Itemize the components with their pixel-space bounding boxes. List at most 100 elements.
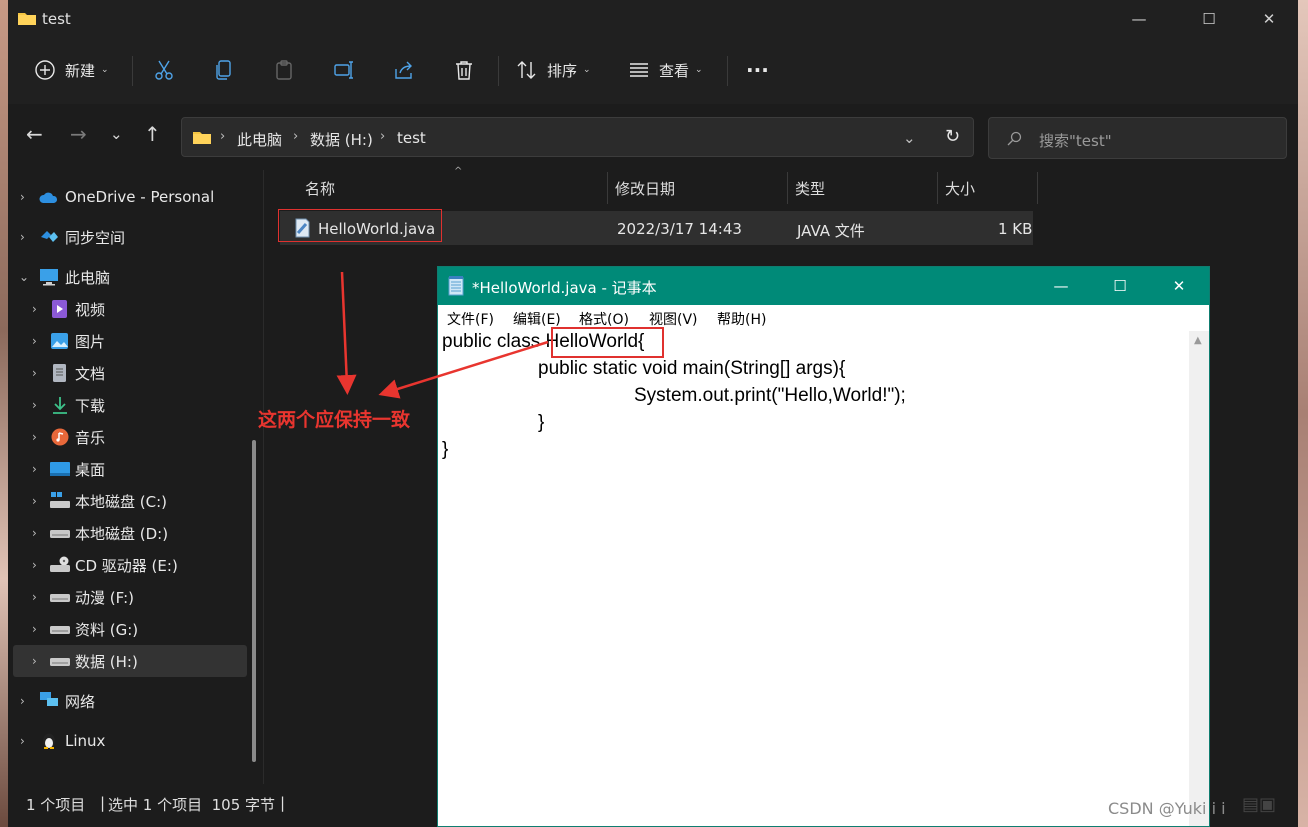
notepad-scrollbar[interactable]: ▲	[1189, 331, 1209, 826]
sort-button[interactable]: 排序 ⌄	[516, 52, 591, 88]
new-button[interactable]: 新建 ⌄	[34, 52, 109, 88]
sidebar-item-label: 数据 (H:)	[75, 652, 138, 671]
close-button[interactable]: ✕	[1246, 6, 1292, 32]
menu-edit[interactable]: 编辑(E)	[513, 309, 561, 329]
paste-button[interactable]	[273, 52, 295, 88]
sidebar-scrollbar[interactable]	[252, 440, 256, 762]
column-header-type[interactable]: 类型	[795, 178, 825, 199]
sidebar-item-downloads[interactable]: › 下载	[8, 389, 242, 421]
scissors-icon	[155, 60, 173, 80]
file-modified: 2022/3/17 14:43	[617, 220, 742, 238]
desktop-background-right	[1298, 0, 1308, 827]
file-size: 1 KB	[998, 220, 1033, 238]
chevron-right-icon[interactable]: ›	[32, 462, 37, 476]
sidebar-item-cd-drive-e[interactable]: › CD 驱动器 (E:)	[8, 549, 242, 581]
sidebar-item-drive-h[interactable]: › 数据 (H:)	[13, 645, 247, 677]
chevron-right-icon[interactable]: ›	[32, 494, 37, 508]
chevron-right-icon[interactable]: ›	[32, 622, 37, 636]
delete-button[interactable]	[453, 52, 475, 88]
address-dropdown-chevron-icon[interactable]: ⌄	[903, 129, 916, 147]
search-input[interactable]: 搜索"test"	[988, 117, 1287, 159]
chevron-right-icon[interactable]: ›	[20, 190, 25, 204]
column-separator[interactable]	[937, 172, 938, 204]
chevron-right-icon[interactable]: ›	[32, 302, 37, 316]
sidebar-item-documents[interactable]: › 文档	[8, 357, 242, 389]
breadcrumb-this-pc[interactable]: 此电脑	[237, 129, 282, 150]
chevron-right-icon[interactable]: ›	[32, 366, 37, 380]
chevron-right-icon[interactable]: ›	[32, 398, 37, 412]
sidebar-item-pictures[interactable]: › 图片	[8, 325, 242, 357]
sidebar-item-network[interactable]: › 网络	[8, 685, 242, 717]
chevron-right-icon[interactable]: ›	[32, 654, 37, 668]
rename-button[interactable]	[333, 52, 355, 88]
view-button[interactable]: 查看 ⌄	[628, 52, 703, 88]
maximize-button[interactable]: ☐	[1186, 6, 1232, 32]
up-arrow-icon[interactable]: ↑	[144, 124, 161, 144]
sidebar-item-drive-g[interactable]: › 资料 (G:)	[8, 613, 242, 645]
refresh-icon[interactable]: ↻	[945, 126, 960, 147]
sidebar-item-label: 下载	[75, 396, 106, 415]
menu-format[interactable]: 格式(O)	[579, 309, 629, 329]
code-line: }	[442, 439, 449, 460]
folder-icon	[193, 132, 211, 144]
sidebar-item-sync-space[interactable]: › 同步空间	[8, 221, 242, 253]
chevron-right-icon[interactable]: ›	[32, 558, 37, 572]
chevron-right-icon[interactable]: ›	[20, 734, 25, 748]
sidebar-item-music[interactable]: › 音乐	[8, 421, 242, 453]
navigation-pane: › OneDrive - Personal › 同步空间 ⌄ 此电脑 › 视频 …	[8, 170, 253, 784]
highlight-box-filename	[278, 209, 442, 242]
breadcrumb-test[interactable]: test	[397, 129, 426, 147]
chevron-right-icon[interactable]: ›	[32, 590, 37, 604]
column-header-modified[interactable]: 修改日期	[615, 178, 675, 199]
column-header-name[interactable]: 名称	[305, 178, 335, 199]
column-separator[interactable]	[1037, 172, 1038, 204]
menu-view[interactable]: 视图(V)	[649, 309, 698, 329]
sidebar-item-videos[interactable]: › 视频	[8, 293, 242, 325]
chevron-right-icon[interactable]: ›	[20, 694, 25, 708]
column-separator[interactable]	[607, 172, 608, 204]
watermark: CSDN @Yuki i i	[1108, 799, 1226, 818]
column-header-size[interactable]: 大小	[945, 178, 975, 199]
sidebar-item-this-pc[interactable]: ⌄ 此电脑	[8, 261, 242, 293]
chevron-right-icon[interactable]: ›	[32, 430, 37, 444]
chevron-right-icon[interactable]: ›	[20, 230, 25, 244]
cut-button[interactable]	[153, 52, 175, 88]
column-separator[interactable]	[787, 172, 788, 204]
code-line: }	[538, 412, 545, 433]
chevron-right-icon[interactable]: ›	[32, 334, 37, 348]
sidebar-item-desktop[interactable]: › 桌面	[8, 453, 242, 485]
sidebar-item-drive-c[interactable]: › 本地磁盘 (C:)	[8, 485, 242, 517]
sidebar-item-linux[interactable]: › Linux	[8, 725, 242, 757]
menu-file[interactable]: 文件(F)	[447, 309, 494, 329]
notepad-maximize-button[interactable]: ☐	[1097, 273, 1143, 299]
sidebar-item-drive-d[interactable]: › 本地磁盘 (D:)	[8, 517, 242, 549]
share-button[interactable]	[393, 52, 415, 88]
file-type: JAVA 文件	[797, 222, 865, 240]
drive-icon	[50, 530, 70, 538]
status-divider: |	[100, 794, 106, 812]
scroll-up-icon[interactable]: ▲	[1194, 335, 1202, 346]
music-icon	[51, 428, 69, 446]
sidebar-item-onedrive[interactable]: › OneDrive - Personal	[8, 181, 242, 213]
back-arrow-icon[interactable]: ←	[26, 124, 43, 144]
minimize-button[interactable]: —	[1116, 6, 1162, 32]
notepad-text-area[interactable]: public class HelloWorld{ public static v…	[438, 331, 1189, 826]
cd-drive-icon	[50, 556, 70, 572]
menu-help[interactable]: 帮助(H)	[717, 309, 766, 329]
sort-label: 排序	[547, 61, 578, 80]
chevron-down-icon[interactable]: ⌄	[19, 270, 29, 284]
address-bar[interactable]: › 此电脑 › 数据 (H:) › test ⌄ ↻	[181, 117, 974, 157]
sort-indicator-icon: ^	[454, 166, 463, 177]
sidebar-item-label: 同步空间	[65, 228, 126, 247]
chevron-right-icon[interactable]: ›	[32, 526, 37, 540]
sidebar-item-drive-f[interactable]: › 动漫 (F:)	[8, 581, 242, 613]
recent-locations-chevron-icon[interactable]: ⌄	[110, 124, 123, 144]
notepad-titlebar: *HelloWorld.java - 记事本 — ☐ ✕	[438, 267, 1209, 305]
more-button[interactable]: ···	[746, 52, 769, 88]
notepad-minimize-button[interactable]: —	[1038, 273, 1084, 299]
breadcrumb-drive-h[interactable]: 数据 (H:)	[310, 129, 373, 150]
document-icon	[53, 364, 66, 382]
notepad-close-button[interactable]: ✕	[1156, 273, 1202, 299]
copy-button[interactable]	[213, 52, 235, 88]
forward-arrow-icon[interactable]: →	[70, 124, 87, 144]
